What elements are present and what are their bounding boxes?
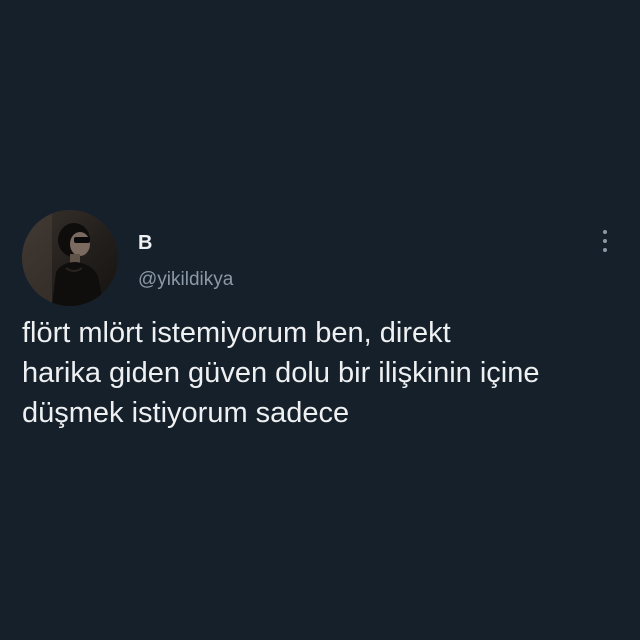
author-handle[interactable]: @yikildikya xyxy=(138,268,233,292)
more-vertical-icon xyxy=(603,230,607,234)
more-vertical-icon-dot-3 xyxy=(603,248,607,252)
tweet-text-line: düşmek istiyorum sadece xyxy=(22,397,350,429)
more-options-button[interactable] xyxy=(592,224,618,258)
tweet-card: B @yikildikya flört mlört istemiyorum be… xyxy=(0,0,640,640)
tweet-text: flört mlört istemiyorum ben, direkt hari… xyxy=(22,313,622,433)
avatar-photo xyxy=(22,210,118,306)
tweet-text-line: harika giden güven dolu bir ilişkinin iç… xyxy=(22,357,540,389)
avatar[interactable] xyxy=(22,210,118,306)
tweet-text-line: flört mlört istemiyorum ben, direkt xyxy=(22,317,451,349)
more-vertical-icon-dot-2 xyxy=(603,239,607,243)
author-display-name[interactable]: B xyxy=(138,231,152,255)
